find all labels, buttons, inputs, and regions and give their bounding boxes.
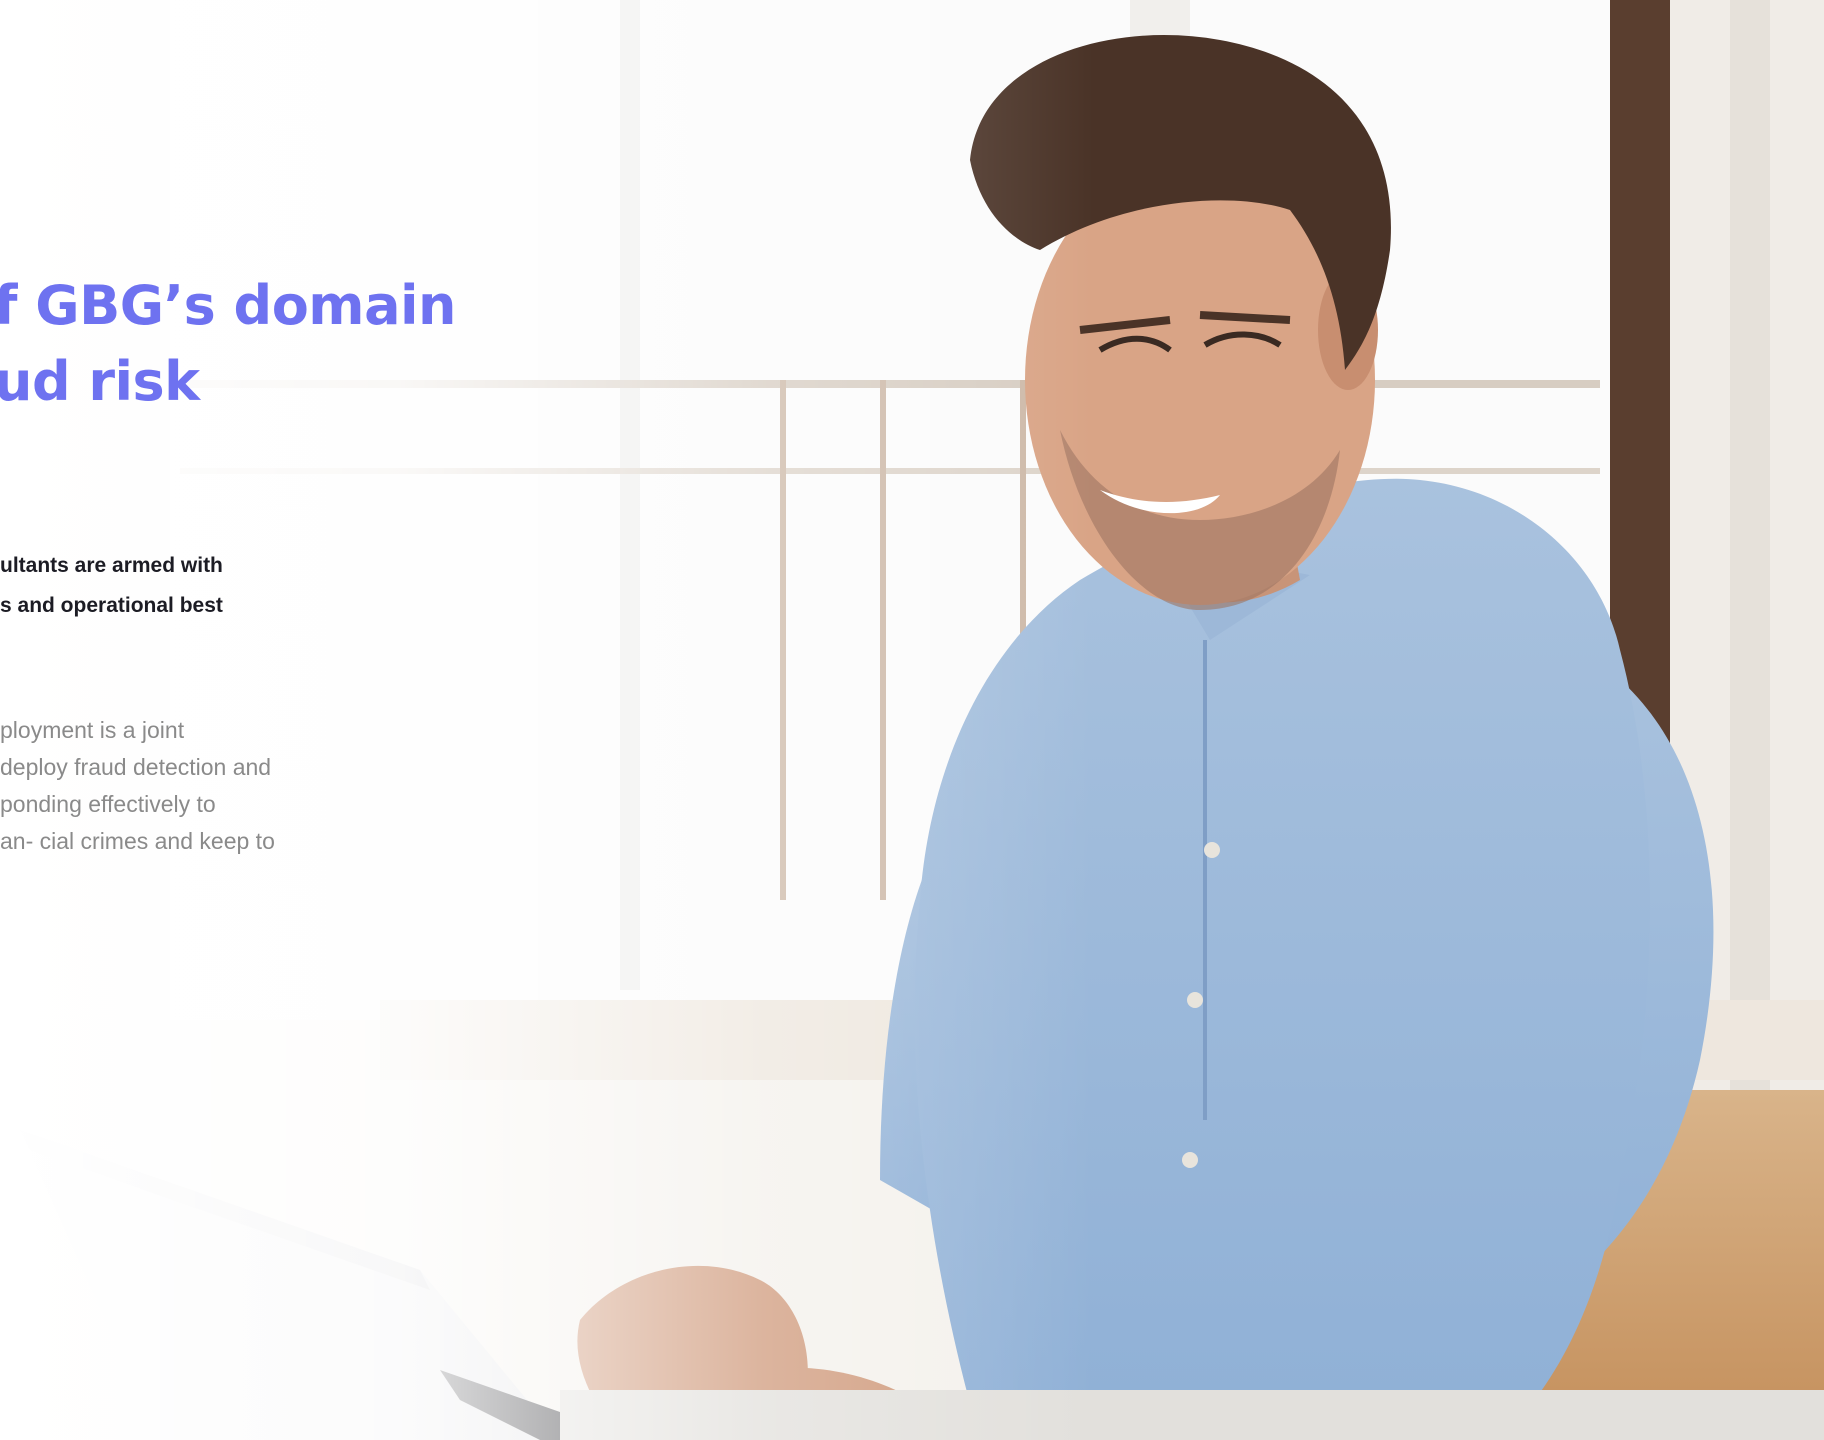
- hero-heading: f GBG’s domain ud risk: [0, 268, 456, 420]
- hero-subheading-line-1: ultants are armed with: [0, 554, 223, 577]
- hero-body-line-4: an- cial crimes and keep to: [0, 828, 275, 854]
- hero-heading-line-2: ud risk: [0, 350, 200, 413]
- hero-section: f GBG’s domain ud risk ultants are armed…: [0, 0, 1824, 1440]
- hero-heading-line-1: f GBG’s domain: [0, 274, 456, 337]
- hero-body-line-2: deploy fraud detection and: [0, 754, 272, 780]
- hero-subheading-line-2: s and operational best: [0, 594, 223, 617]
- hero-body-text: ployment is a joint deploy fraud detecti…: [0, 712, 330, 860]
- hero-body-line-1: ployment is a joint: [0, 717, 185, 743]
- hero-subheading: ultants are armed with s and operational…: [0, 546, 260, 626]
- hero-body-line-3: ponding effectively to: [0, 791, 216, 817]
